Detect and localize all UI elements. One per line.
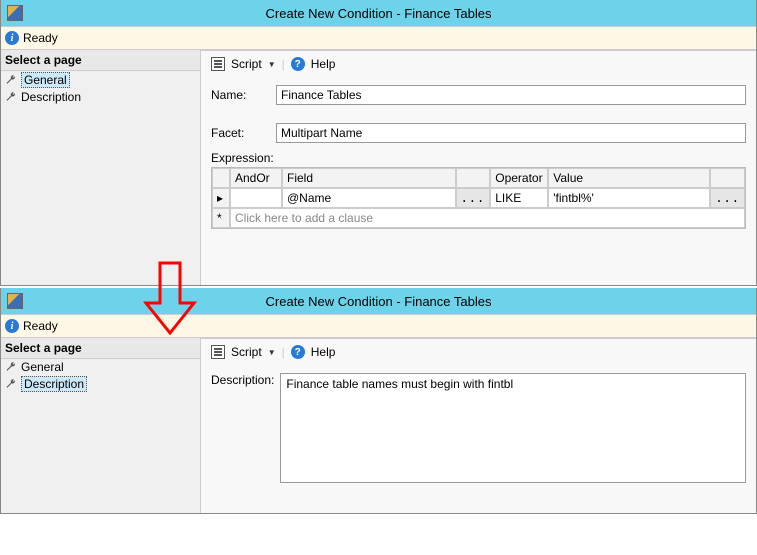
sidebar-item-label: General	[21, 360, 64, 374]
help-icon: ?	[291, 345, 305, 359]
cell-operator[interactable]: LIKE	[490, 188, 548, 208]
info-icon: i	[5, 31, 19, 45]
sidebar-item-label: Description	[21, 90, 81, 104]
description-textarea[interactable]	[280, 373, 746, 483]
col-field[interactable]: Field	[282, 168, 456, 188]
window-general: Create New Condition - Finance Tables i …	[0, 0, 757, 286]
row-new-indicator: *	[212, 208, 230, 228]
description-label: Description:	[211, 373, 280, 387]
script-button[interactable]: Script	[231, 57, 262, 71]
sidebar-item-general[interactable]: General	[1, 359, 200, 375]
chevron-down-icon[interactable]: ▼	[268, 348, 276, 357]
sidebar: Select a page General Description	[1, 338, 201, 513]
wrench-icon	[5, 74, 17, 86]
table-row[interactable]: ▸ @Name ... LIKE 'fintbl%' ...	[212, 188, 745, 208]
col-field-btn	[456, 168, 491, 188]
col-operator[interactable]: Operator	[490, 168, 548, 188]
field-picker-button[interactable]: ...	[456, 188, 491, 208]
app-icon	[7, 293, 23, 309]
name-input[interactable]	[276, 85, 746, 105]
status-text: Ready	[23, 319, 58, 333]
script-icon	[211, 345, 225, 359]
sidebar-header: Select a page	[1, 338, 200, 359]
table-row-new[interactable]: * Click here to add a clause	[212, 208, 745, 228]
cell-field[interactable]: @Name	[282, 188, 456, 208]
sidebar-item-description[interactable]: Description	[1, 89, 200, 105]
window-title: Create New Condition - Finance Tables	[266, 294, 492, 309]
wrench-icon	[5, 378, 17, 390]
sidebar: Select a page General Description	[1, 50, 201, 285]
help-button[interactable]: Help	[311, 57, 336, 71]
facet-label: Facet:	[211, 126, 276, 140]
sidebar-header: Select a page	[1, 50, 200, 71]
help-button[interactable]: Help	[311, 345, 336, 359]
help-icon: ?	[291, 57, 305, 71]
col-andor[interactable]: AndOr	[230, 168, 282, 188]
script-icon	[211, 57, 225, 71]
sidebar-item-general[interactable]: General	[1, 71, 200, 89]
titlebar[interactable]: Create New Condition - Finance Tables	[1, 288, 756, 314]
expression-grid[interactable]: AndOr Field Operator Value ▸ @Name ... L…	[211, 167, 746, 229]
window-title: Create New Condition - Finance Tables	[266, 6, 492, 21]
cell-andor[interactable]	[230, 188, 282, 208]
toolbar: Script ▼ | ? Help	[211, 57, 746, 71]
name-label: Name:	[211, 88, 276, 102]
facet-input[interactable]	[276, 123, 746, 143]
info-icon: i	[5, 319, 19, 333]
grid-corner	[212, 168, 230, 188]
expression-label: Expression:	[211, 151, 746, 165]
sidebar-item-label: Description	[21, 376, 87, 392]
sidebar-item-description[interactable]: Description	[1, 375, 200, 393]
chevron-down-icon[interactable]: ▼	[268, 60, 276, 69]
row-selector[interactable]: ▸	[212, 188, 230, 208]
sidebar-item-label: General	[21, 72, 70, 88]
main-panel-general: Script ▼ | ? Help Name: Facet: Expressio…	[201, 50, 756, 285]
cell-value[interactable]: 'fintbl%'	[548, 188, 710, 208]
titlebar[interactable]: Create New Condition - Finance Tables	[1, 0, 756, 26]
col-value[interactable]: Value	[548, 168, 710, 188]
wrench-icon	[5, 91, 17, 103]
value-picker-button[interactable]: ...	[710, 188, 745, 208]
main-panel-description: Script ▼ | ? Help Description:	[201, 338, 756, 513]
app-icon	[7, 5, 23, 21]
wrench-icon	[5, 361, 17, 373]
toolbar: Script ▼ | ? Help	[211, 345, 746, 359]
status-bar: i Ready	[1, 26, 756, 50]
add-clause-hint[interactable]: Click here to add a clause	[230, 208, 745, 228]
col-value-btn	[710, 168, 745, 188]
status-bar: i Ready	[1, 314, 756, 338]
script-button[interactable]: Script	[231, 345, 262, 359]
window-description: Create New Condition - Finance Tables i …	[0, 288, 757, 514]
status-text: Ready	[23, 31, 58, 45]
